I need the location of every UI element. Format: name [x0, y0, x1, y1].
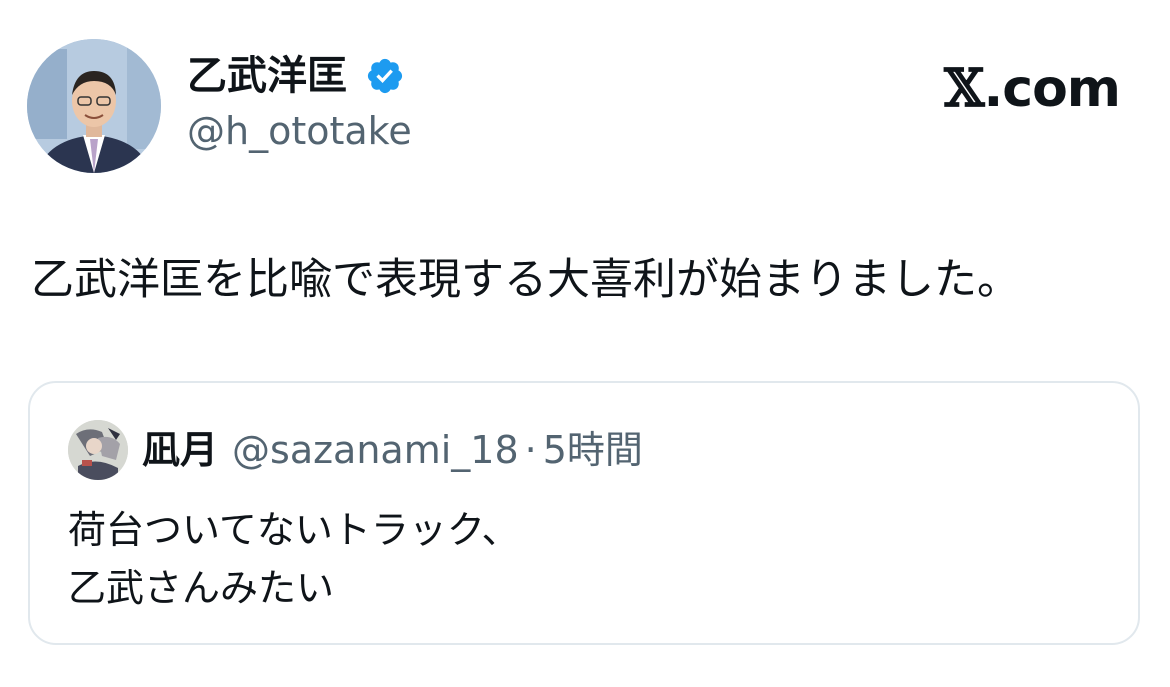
- quoted-tweet-text: 荷台ついてないトラック、 乙武さんみたい: [68, 501, 519, 617]
- x-logo-icon: 𝕏: [944, 58, 984, 119]
- quoted-separator: ·: [524, 428, 537, 472]
- quoted-timestamp[interactable]: 5時間: [543, 428, 643, 472]
- brand-domain: .com: [983, 59, 1121, 119]
- quoted-display-name[interactable]: 凪月: [142, 428, 218, 472]
- x-com-logo: 𝕏.com: [944, 58, 1121, 120]
- quoted-text-line: 乙武さんみたい: [68, 566, 335, 610]
- author-display-name[interactable]: 乙武洋匡: [187, 52, 347, 100]
- quoted-avatar-image: [68, 420, 128, 480]
- tweet-text: 乙武洋匡を比喩で表現する大喜利が始まりました。: [31, 255, 1020, 305]
- quoted-tweet[interactable]: 凪月 @sazanami_18 · 5時間 荷台ついてないトラック、 乙武さんみたい: [28, 381, 1140, 645]
- author-avatar[interactable]: [27, 39, 161, 173]
- quoted-text-line: 荷台ついてないトラック、: [68, 508, 520, 552]
- quoted-handle[interactable]: @sazanami_18: [232, 428, 519, 472]
- quoted-tweet-header: 凪月 @sazanami_18 · 5時間: [142, 427, 643, 473]
- verified-badge-icon: [367, 58, 403, 94]
- author-avatar-image: [27, 39, 161, 173]
- quoted-author-avatar[interactable]: [68, 420, 128, 480]
- author-handle[interactable]: @h_ototake: [187, 108, 412, 154]
